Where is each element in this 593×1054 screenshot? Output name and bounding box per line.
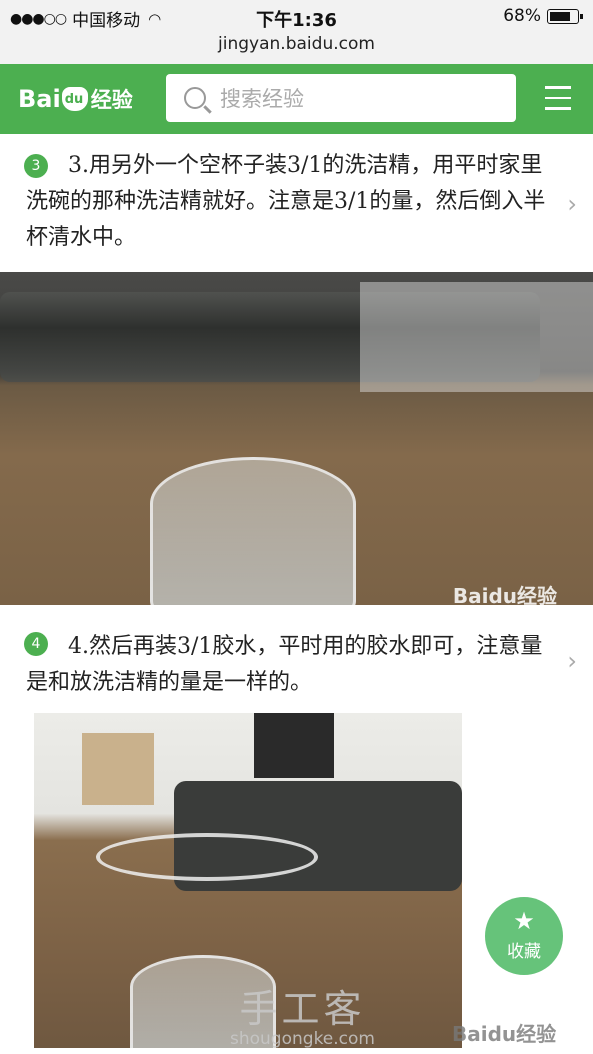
battery-icon — [547, 8, 583, 24]
cup-rim-shape — [96, 833, 318, 881]
door-shape — [254, 713, 334, 778]
address-bar-url[interactable]: jingyan.baidu.com — [0, 34, 593, 54]
water-cup-shape — [150, 457, 356, 605]
status-right: 68% — [503, 6, 583, 26]
search-placeholder: 搜索经验 — [220, 87, 304, 111]
baidu-watermark: Baidu经验 — [452, 1022, 557, 1046]
site-watermark-domain: shougongke.com — [230, 1029, 375, 1049]
search-input[interactable]: 搜索经验 — [166, 74, 516, 122]
baidu-jingyan-logo[interactable]: Bai du 经验 — [18, 84, 133, 114]
site-watermark: 手工客 shougongke.com — [230, 978, 375, 1049]
step-text: 3.用另外一个空杯子装3/1的洗洁精，用平时家里洗碗的那种洗洁精就好。注意是3/… — [26, 153, 546, 250]
step-text: 4.然后再装3/1胶水，平时用的胶水即可，注意量是和放洗洁精的量是一样的。 — [26, 634, 543, 695]
chevron-right-icon: › — [567, 647, 577, 675]
step-3[interactable]: 3 3.用另外一个空杯子装3/1的洗洁精，用平时家里洗碗的那种洗洁精就好。注意是… — [0, 134, 593, 272]
battery-percent: 68% — [503, 6, 541, 26]
step-4[interactable]: 4 4.然后再装3/1胶水，平时用的胶水即可，注意量是和放洗洁精的量是一样的。 … — [0, 605, 593, 713]
chevron-right-icon: › — [567, 190, 577, 218]
collect-label: 收藏 — [507, 942, 541, 962]
site-header: Bai du 经验 搜索经验 — [0, 64, 593, 134]
menu-icon[interactable] — [545, 86, 571, 110]
plastic-bag-shape — [360, 282, 593, 392]
status-bar: ●●●○○ 中国移动 ◠ 下午1:36 68% jingyan.baidu.co… — [0, 0, 593, 64]
site-watermark-main: 手工客 — [239, 987, 366, 1031]
paw-icon: du — [61, 87, 88, 111]
step-3-photo[interactable] — [0, 272, 593, 605]
logo-bai: Bai — [18, 85, 61, 113]
star-icon: ★ — [513, 907, 535, 935]
logo-jingyan: 经验 — [90, 88, 133, 112]
cardboard-box-shape — [82, 733, 154, 805]
search-icon — [184, 87, 206, 109]
collect-button[interactable]: ★ 收藏 — [485, 897, 563, 975]
